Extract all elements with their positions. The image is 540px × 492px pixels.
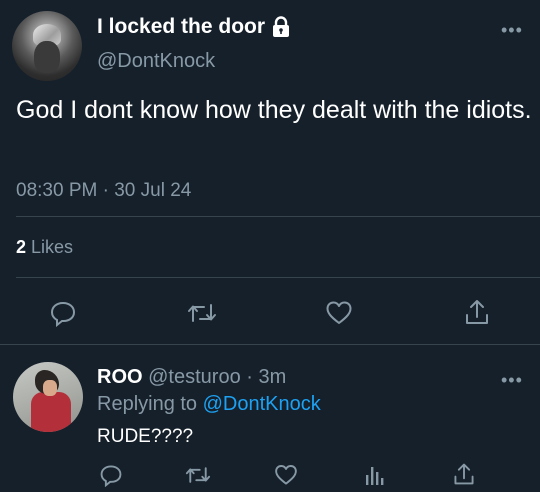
retweet-icon <box>185 463 211 487</box>
tweet-text: God I dont know how they dealt with the … <box>16 96 532 124</box>
timestamp-separator: · <box>102 180 109 201</box>
author-handle[interactable]: @DontKnock <box>97 50 215 73</box>
replying-prefix: Replying to <box>97 393 198 415</box>
reply-icon <box>49 299 77 327</box>
avatar-shirt <box>31 392 71 432</box>
divider <box>16 216 540 217</box>
author-display-name[interactable]: I locked the door <box>97 15 291 39</box>
reply-reply-button[interactable] <box>99 463 123 487</box>
reply-retweet-button[interactable] <box>185 463 211 487</box>
share-button[interactable] <box>463 297 491 327</box>
likes-count-link[interactable]: 2 Likes <box>16 237 73 258</box>
display-name-text: I locked the door <box>97 15 266 38</box>
tweet-time: 08:30 PM <box>16 180 98 201</box>
likes-count: 2 <box>16 237 27 257</box>
lock-icon <box>271 16 291 38</box>
share-icon <box>452 461 476 487</box>
reply-separator: · <box>246 366 253 388</box>
reply-text: RUDE???? <box>97 426 194 447</box>
reply-icon <box>99 463 123 487</box>
likes-label: Likes <box>31 237 74 257</box>
reply-author-avatar[interactable] <box>13 362 83 432</box>
retweet-icon <box>187 299 217 327</box>
reply-more-button[interactable]: ••• <box>501 370 523 391</box>
analytics-icon <box>364 463 386 487</box>
replying-to-mention[interactable]: @DontKnock <box>203 393 321 415</box>
tweet-more-button[interactable]: ••• <box>501 20 523 41</box>
tweet-date: 30 Jul 24 <box>114 180 192 201</box>
reply-analytics-button[interactable] <box>364 463 386 487</box>
reply-like-button[interactable] <box>274 463 298 487</box>
section-divider <box>0 344 540 345</box>
avatar-cat <box>34 41 60 73</box>
retweet-button[interactable] <box>187 299 217 327</box>
divider <box>16 277 540 278</box>
reply-display-name[interactable]: ROO <box>97 366 143 388</box>
reply-handle[interactable]: @testuroo <box>148 366 241 388</box>
like-button[interactable] <box>325 299 353 327</box>
share-icon <box>463 297 491 327</box>
tweet-timestamp[interactable]: 08:30 PM · 30 Jul 24 <box>16 180 191 202</box>
reply-button[interactable] <box>49 299 77 327</box>
reply-share-button[interactable] <box>452 461 476 487</box>
author-avatar[interactable] <box>12 11 82 81</box>
reply-header: ROO @testuroo · 3m <box>97 366 286 389</box>
replying-to-line: Replying to @DontKnock <box>97 393 321 416</box>
reply-time[interactable]: 3m <box>259 366 287 388</box>
avatar-face <box>43 380 57 396</box>
heart-icon <box>274 463 298 487</box>
heart-icon <box>325 299 353 327</box>
